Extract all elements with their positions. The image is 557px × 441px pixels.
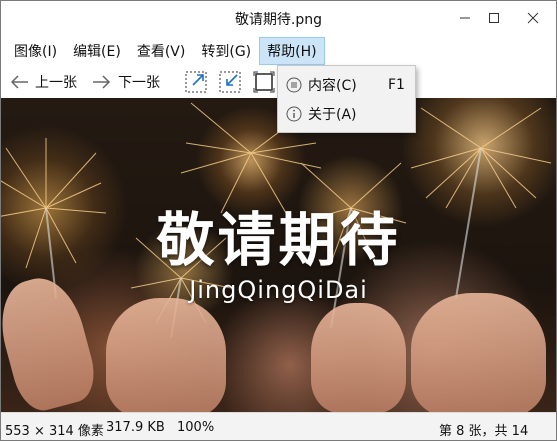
title-bar: 敬请期待.png (1, 1, 556, 35)
zoom-out-shrink-icon[interactable] (218, 70, 242, 94)
menu-view[interactable]: 查看(V) (129, 37, 194, 65)
prev-label: 上一张 (35, 75, 77, 91)
image-dimensions: 553 × 314 像素 (5, 424, 104, 439)
minimize-icon (460, 17, 470, 19)
list-circle-icon (286, 77, 302, 93)
zoom-in-expand-icon[interactable] (184, 70, 208, 94)
close-button[interactable] (510, 1, 556, 35)
headline-text: 敬请期待 (156, 206, 401, 274)
zoom-level: 100% (177, 420, 215, 435)
next-label: 下一张 (118, 75, 160, 91)
subline-text: JingQingQiDai (189, 276, 368, 304)
menu-edit[interactable]: 编辑(E) (65, 37, 129, 65)
fit-window-icon[interactable] (252, 70, 276, 94)
menu-goto[interactable]: 转到(G) (193, 37, 259, 65)
menu-help[interactable]: 帮助(H) (259, 37, 325, 65)
info-circle-icon (286, 106, 302, 122)
next-button[interactable]: 下一张 (92, 70, 160, 94)
hand-right (411, 293, 546, 412)
contents-shortcut: F1 (388, 77, 405, 93)
menu-bar: 图像(I) 编辑(E) 查看(V) 转到(G) 帮助(H) (1, 37, 556, 65)
menu-item-about[interactable]: 关于(A) (278, 100, 415, 128)
menu-item-contents[interactable]: 内容(C) F1 (278, 71, 415, 99)
close-icon (527, 12, 539, 24)
about-label: 关于(A) (308, 107, 357, 123)
status-bar: 553 × 314 像素 317.9 KB 100% 第 8 张，共 14 (1, 412, 556, 440)
contents-label: 内容(C) (308, 78, 357, 94)
arrow-left-icon (10, 75, 28, 89)
prev-button[interactable]: 上一张 (9, 70, 77, 94)
menu-image[interactable]: 图像(I) (6, 37, 65, 65)
maximize-icon (489, 13, 499, 23)
image-viewer-window: 敬请期待.png 图像(I) 编辑(E) 查看(V) 转到(G) 帮助(H) 上… (0, 0, 557, 441)
hand-center-right (311, 303, 406, 412)
hand-center-left (106, 298, 226, 412)
image-position: 第 8 张，共 14 (439, 424, 529, 439)
image-canvas[interactable]: 敬请期待 JingQingQiDai (1, 98, 556, 412)
help-dropdown-menu: 内容(C) F1 关于(A) (277, 65, 416, 133)
arrow-right-icon (93, 75, 111, 89)
file-size: 317.9 KB (106, 420, 165, 435)
